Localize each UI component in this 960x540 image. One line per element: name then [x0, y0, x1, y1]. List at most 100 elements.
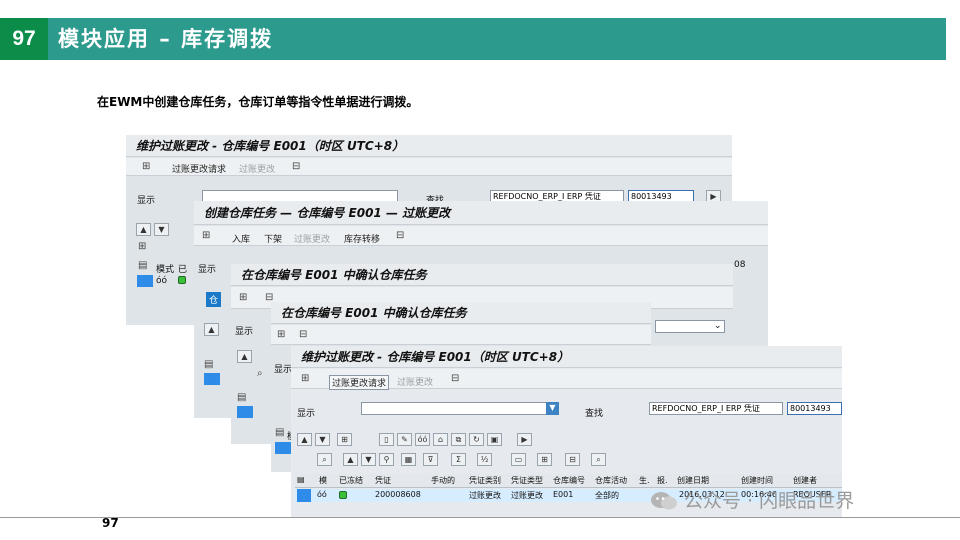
note-icon[interactable]: ⊟ [396, 230, 404, 242]
scroll-up-button[interactable]: ▲ [237, 350, 252, 363]
save-icon[interactable]: ▣ [487, 433, 502, 446]
column-header[interactable]: 仓库活动 [595, 475, 627, 486]
status-green-icon [339, 491, 347, 499]
print-preview-icon[interactable]: ▭ [511, 453, 526, 466]
dropdown-icon[interactable]: ⌄ [714, 321, 722, 331]
scroll-up-button[interactable]: ▲ [204, 323, 219, 336]
find-icon[interactable]: ⚲ [379, 453, 394, 466]
column-header[interactable]: 模 [319, 475, 327, 486]
new-document-icon[interactable]: ▯ [379, 433, 394, 446]
footer-divider [0, 517, 960, 518]
post-change-button[interactable]: 过账更改 [397, 375, 433, 388]
group-icon[interactable]: ▦ [401, 453, 416, 466]
display-glasses-icon[interactable]: óó [415, 433, 430, 446]
detail-icon: ▤ [237, 392, 247, 403]
column-header[interactable]: 仓库编号 [553, 475, 585, 486]
layout-icon[interactable]: ⊟ [565, 453, 580, 466]
execute-icon[interactable]: ▶ [517, 433, 532, 446]
excel-icon[interactable]: ⊞ [537, 453, 552, 466]
row-selector[interactable] [237, 406, 253, 418]
find-value-input[interactable]: 80013493 [787, 402, 842, 415]
row-selector[interactable] [137, 275, 153, 287]
note-icon[interactable]: ⊟ [451, 373, 459, 385]
post-change-button[interactable]: 过账更改 [294, 232, 330, 245]
tab-warehouse[interactable]: 仓 [206, 292, 222, 307]
column-header[interactable]: 创建时间 [741, 475, 773, 486]
toolbar: ⊞ 入库 下架 过账更改 库存转移 ⊟ [194, 226, 768, 246]
column-header[interactable]: 生. [639, 475, 650, 486]
display-label: 显示 [274, 365, 293, 375]
table-settings-icon[interactable]: ⊞ [337, 433, 352, 446]
stock-transfer-button[interactable]: 库存转移 [344, 232, 380, 245]
copy-icon[interactable]: ⧉ [451, 433, 466, 446]
note-icon[interactable]: ⊟ [292, 161, 300, 173]
subtotal-icon[interactable]: ½ [477, 453, 492, 466]
row-selector[interactable] [204, 373, 220, 385]
column-mode: 模式 [156, 265, 175, 275]
search-icon[interactable]: ⌕ [257, 368, 263, 380]
column-header[interactable]: 创建日期 [677, 475, 709, 486]
glasses-icon[interactable]: óó [156, 276, 167, 286]
row-selector[interactable] [297, 489, 311, 502]
display-label: 显示 [198, 265, 217, 275]
edit-icon[interactable]: ✎ [397, 433, 412, 446]
toolbar: ⊞ ⊟ [271, 325, 651, 345]
cell-warehouse: E001 [553, 490, 574, 499]
column-header[interactable]: 已冻结 [339, 475, 363, 486]
detail-search-icon[interactable]: ⌕ [591, 453, 606, 466]
note-icon[interactable]: ⊟ [299, 329, 307, 341]
post-change-button[interactable]: 过账更改 [239, 162, 275, 175]
dropdown-icon[interactable]: ▼ [546, 402, 559, 415]
slide-header: 97 模块应用 – 库存调拨 [0, 18, 946, 60]
detail-icon: ▤ [138, 260, 148, 271]
row-selector[interactable] [275, 442, 291, 454]
filter-icon[interactable]: ⊽ [423, 453, 438, 466]
find-field-select[interactable]: REFDOCNO_ERP_I ERP 凭证 [649, 402, 783, 415]
column-done: 已 [178, 265, 188, 275]
slide-title: 模块应用 – 库存调拨 [58, 27, 274, 51]
wizard-icon[interactable]: ⊞ [138, 241, 146, 253]
alv-toolbar-2: ⌕ ▲ ▼ ⚲ ▦ ⊽ Σ ½ ▭ ⊞ ⊟ ⌕ [315, 452, 615, 468]
detail-icon: ▤ [275, 427, 285, 438]
detail-icon: ▤ [297, 475, 305, 484]
window-title: 维护过账更改 - 仓库编号 E001（时区 UTC+8） [126, 135, 732, 157]
putaway-button[interactable]: 入库 [232, 232, 250, 245]
sum-icon[interactable]: Σ [451, 453, 466, 466]
column-header[interactable]: 凭证类别 [469, 475, 501, 486]
wizard-icon[interactable]: ⊞ [202, 230, 210, 242]
cell-activity: 全部的 [595, 491, 619, 500]
cell-doc-type: 过账更改 [511, 491, 543, 500]
post-change-request-button[interactable]: 过账更改请求 [329, 375, 390, 390]
scroll-down-button[interactable]: ▼ [315, 433, 330, 446]
post-change-request-button[interactable]: 过账更改请求 [172, 162, 226, 175]
column-header[interactable]: 凭证 [375, 475, 391, 486]
search-icon[interactable]: ⌕ [317, 453, 332, 466]
display-label: 显示 [235, 327, 254, 337]
scroll-up-button[interactable]: ▲ [136, 223, 151, 236]
scroll-up-button[interactable]: ▲ [297, 433, 312, 446]
wizard-icon[interactable]: ⊞ [239, 292, 247, 304]
wizard-icon[interactable]: ⊞ [142, 161, 150, 173]
pick-button[interactable]: 下架 [264, 232, 282, 245]
find-value-partial: 08 [734, 260, 746, 270]
delete-icon[interactable]: ⌂ [433, 433, 448, 446]
column-header[interactable]: 报. [657, 475, 668, 486]
column-header[interactable]: 凭证类型 [511, 475, 543, 486]
detail-icon: ▤ [204, 359, 214, 370]
slide-number: 97 [0, 18, 48, 60]
wizard-icon[interactable]: ⊞ [277, 329, 285, 341]
glasses-icon[interactable]: óó [317, 490, 327, 499]
window-title: 维护过账更改 - 仓库编号 E001（时区 UTC+8） [291, 346, 842, 368]
wizard-icon[interactable]: ⊞ [301, 373, 309, 385]
column-header[interactable]: 手动的 [431, 475, 455, 486]
alv-toolbar-1: ▲ ▼ ⊞ ▯ ✎ óó ⌂ ⧉ ↻ ▣ ▶ [295, 432, 595, 448]
column-header[interactable]: 创建者 [793, 475, 817, 486]
toolbar: ⊞ 过账更改请求 过账更改 ⊟ [126, 158, 732, 176]
scroll-down-button[interactable]: ▼ [154, 223, 169, 236]
display-input[interactable] [361, 402, 547, 415]
cell-document: 200008608 [375, 490, 421, 499]
window-title: 在仓库编号 E001 中确认仓库任务 [271, 302, 651, 324]
refresh-icon[interactable]: ↻ [469, 433, 484, 446]
sort-ascending-icon[interactable]: ▲ [343, 453, 358, 466]
sort-descending-icon[interactable]: ▼ [361, 453, 376, 466]
